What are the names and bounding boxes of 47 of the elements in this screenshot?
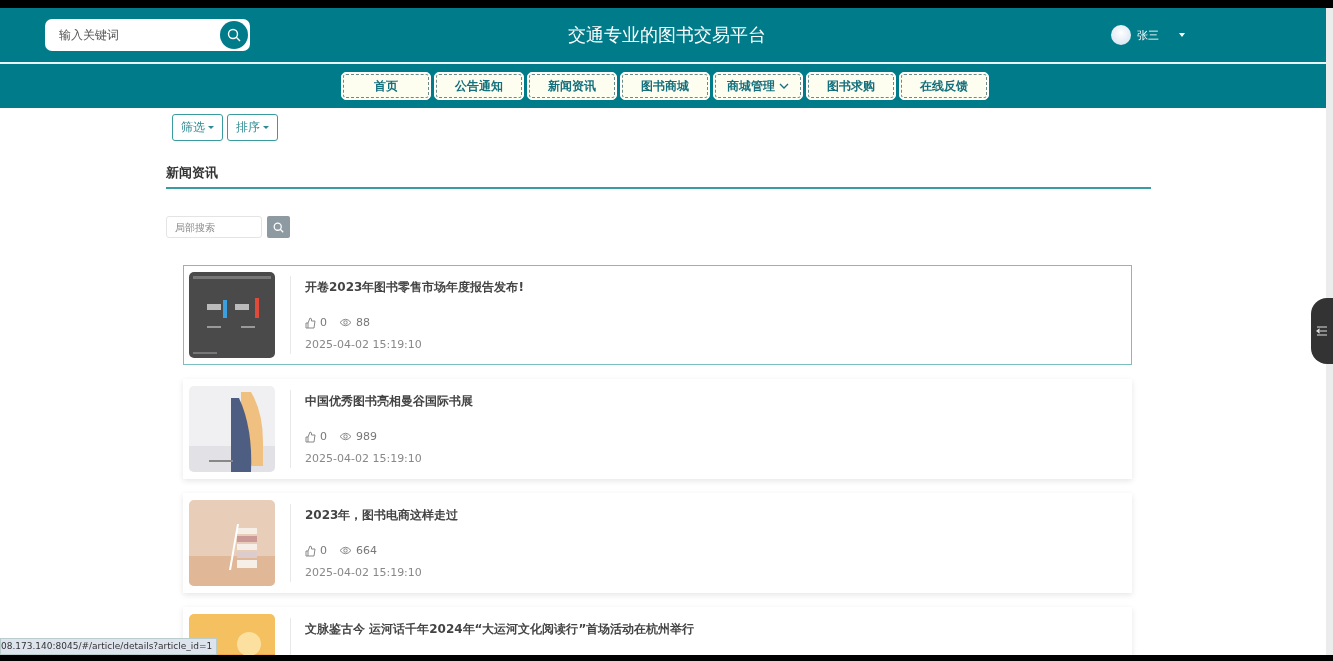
article-date: 2025-04-02 15:19:10 [305,566,423,579]
avatar-icon[interactable] [1111,25,1131,45]
nav-button[interactable]: 公告通知 [434,72,524,100]
site-title: 交通专业的图书交易平台 [567,23,766,47]
thumbs-up-icon [305,544,316,557]
nav-button[interactable]: 首页 [341,72,431,100]
like-count: 0 [320,316,327,329]
filter-dropdown[interactable]: 排序 [227,114,278,141]
eye-icon [339,546,352,555]
view-count: 88 [356,316,370,329]
status-url: 08.173.140:8045/#/article/details?article_id=1 [0,638,218,655]
section-title: 新闻资讯 [166,164,1151,189]
article-date: 2025-04-02 15:19:10 [305,338,423,351]
nav-button[interactable]: 图书商城 [620,72,710,100]
caret-icon [263,126,269,129]
nav-button[interactable]: 在线反馈 [899,72,989,100]
search-input[interactable]: 输入关键词 [57,27,211,43]
article-date: 2025-04-02 15:19:10 [305,452,423,465]
scrollbar[interactable] [1326,8,1333,655]
article-card[interactable]: 2023年，图书电商这样走过 0 664 2025-04-02 15:19:10 [183,493,1132,593]
article-title[interactable]: 开卷2023年图书零售市场年度报告发布! [305,279,524,296]
like-count: 0 [320,544,327,557]
search-field[interactable]: 局部搜索 [166,216,262,238]
nav-button[interactable]: 图书求购 [806,72,896,100]
eye-icon [339,432,352,441]
article-title[interactable]: 2023年，图书电商这样走过 [305,507,459,524]
thumbs-up-icon [305,430,316,443]
view-count: 989 [356,430,377,443]
eye-icon [339,318,352,327]
view-count: 664 [356,544,377,557]
nav-button[interactable]: 新闻资讯 [527,72,617,100]
user-name[interactable]: 张三 [1137,27,1159,43]
menu-icon [1316,326,1328,336]
search-button[interactable] [267,216,290,238]
caret-icon[interactable] [1179,33,1185,37]
nav-button[interactable]: 商城管理 [713,72,803,100]
thumbs-up-icon [305,316,316,329]
article-card[interactable]: 中国优秀图书亮相曼谷国际书展 0 989 2025-04-02 15:19:10 [183,379,1132,479]
article-title[interactable]: 中国优秀图书亮相曼谷国际书展 [305,393,473,410]
like-count: 0 [320,430,327,443]
search-icon [273,221,284,233]
article-title[interactable]: 文脉鉴古今 运河话千年2024年“大运河文化阅读行”首场活动在杭州举行 [305,621,695,638]
caret-icon [208,126,214,129]
article-card[interactable]: 开卷2023年图书零售市场年度报告发布! 0 88 2025-04-02 15:19:10 [183,265,1132,365]
search-field[interactable]: 输入关键词 [45,19,250,51]
side-menu-tab[interactable] [1311,298,1333,364]
filter-dropdown[interactable]: 筛选 [172,114,223,141]
